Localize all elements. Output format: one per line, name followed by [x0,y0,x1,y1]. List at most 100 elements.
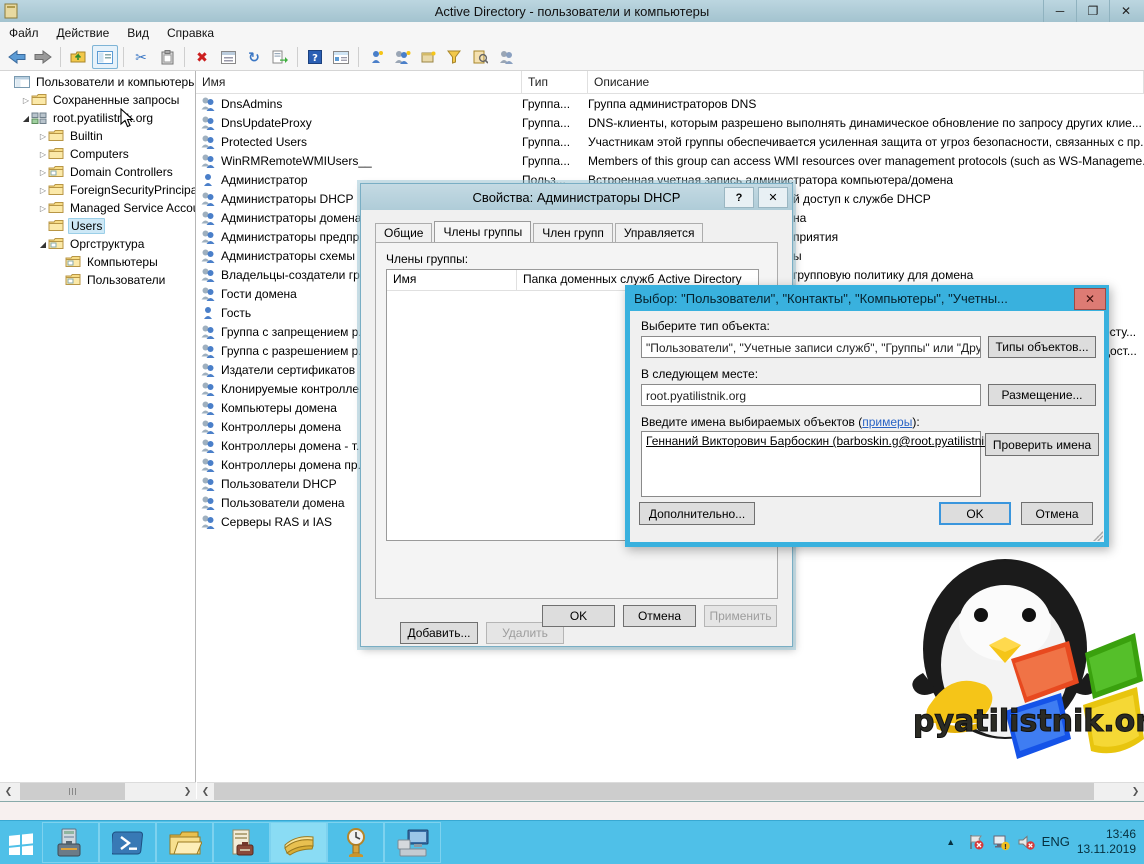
list-row[interactable]: Protected UsersГруппа...Участникам этой … [196,132,1144,151]
tree-hscrollbar[interactable]: ❮ ❯ [0,782,196,800]
expand-arrow-icon[interactable]: ▷ [21,96,31,105]
back-icon[interactable] [5,46,29,68]
tree-item-domain-controllers[interactable]: ▷Domain Controllers [0,163,195,181]
expand-arrow-icon[interactable]: ▷ [38,150,48,159]
menu-справка[interactable]: Справка [158,23,223,43]
tab-члены-группы[interactable]: Члены группы [434,221,531,244]
scroll-right-button[interactable]: ❯ [179,783,196,800]
ok-button[interactable]: OK [939,502,1011,525]
tree-item-компьютеры[interactable]: Компьютеры [0,253,195,271]
tab-общие[interactable]: Общие [375,223,432,243]
tree-item-оргструктура[interactable]: ◢Оргструктура [0,235,195,253]
new-group-icon[interactable] [390,46,414,68]
scroll-right-button[interactable]: ❯ [1127,783,1144,800]
list-row[interactable]: WinRMRemoteWMIUsers__Группа...Members of… [196,151,1144,170]
expand-arrow-icon[interactable]: ▷ [38,132,48,141]
column-header-desc[interactable]: Описание [588,71,1144,93]
delegation-icon[interactable] [494,46,518,68]
column-header-type[interactable]: Тип [522,71,588,93]
find-object-icon[interactable] [468,46,492,68]
restore-button[interactable]: ❐ [1076,0,1109,22]
object-types-button[interactable]: Типы объектов... [988,336,1096,358]
new-ou-icon[interactable] [416,46,440,68]
scroll-track[interactable] [17,783,179,800]
tree-item-computers[interactable]: ▷Computers [0,145,195,163]
flag-alert-icon[interactable] [967,833,985,851]
expand-arrow-icon[interactable]: ▷ [38,204,48,213]
paste-icon[interactable] [155,46,179,68]
filter-icon[interactable] [442,46,466,68]
list-row[interactable]: DnsUpdateProxyГруппа...DNS-клиенты, кото… [196,113,1144,132]
location-button[interactable]: Размещение... [988,384,1096,406]
properties-icon[interactable] [216,46,240,68]
help-icon[interactable]: ? [303,46,327,68]
network-alert-icon[interactable]: ! [992,833,1010,851]
title-bar[interactable]: Active Directory - пользователи и компью… [0,0,1144,22]
tree-item-builtin[interactable]: ▷Builtin [0,127,195,145]
advanced-button[interactable]: Дополнительно... [639,502,755,525]
scroll-left-button[interactable]: ❮ [0,783,17,800]
list-row[interactable]: DnsAdminsГруппа...Группа администраторов… [196,94,1144,113]
forward-icon[interactable] [31,46,55,68]
refresh-icon[interactable]: ↻ [242,46,266,68]
panel-view-icon[interactable] [329,46,353,68]
minimize-button[interactable]: ─ [1043,0,1076,22]
taskbar-devices-computer-button[interactable] [384,822,441,863]
tab-управляется[interactable]: Управляется [615,223,704,243]
delete-icon[interactable]: ✖ [190,46,214,68]
menu-действие[interactable]: Действие [48,23,119,43]
language-indicator[interactable]: ENG [1042,834,1070,849]
members-column-name[interactable]: Имя [387,270,517,290]
menu-файл[interactable]: Файл [0,23,48,43]
examples-link[interactable]: примеры [862,415,912,429]
volume-muted-icon[interactable] [1017,833,1035,851]
menu-вид[interactable]: Вид [118,23,158,43]
tree-item-foreignsecurityprincipals[interactable]: ▷ForeignSecurityPrincipals [0,181,195,199]
taskbar-aduc-book-button[interactable] [270,822,327,863]
properties-dialog-titlebar[interactable]: Свойства: Администраторы DHCP ? ✕ [361,184,792,210]
collapse-arrow-icon[interactable]: ◢ [38,240,48,249]
check-names-button[interactable]: Проверить имена [985,433,1099,456]
taskbar-explorer-button[interactable] [156,822,213,863]
tree-item-сохраненные-запросы[interactable]: ▷Сохраненные запросы [0,91,195,109]
tree-item-пользователи[interactable]: Пользователи [0,271,195,289]
cancel-button[interactable]: Отмена [1021,502,1093,525]
add-button[interactable]: Добавить... [400,622,478,644]
expand-arrow-icon[interactable]: ▷ [38,186,48,195]
expand-arrow-icon[interactable]: ▷ [38,168,48,177]
select-dialog-titlebar[interactable]: Выбор: "Пользователи", "Контакты", "Комп… [625,285,1109,311]
row-type: Группа... [522,135,588,149]
clock[interactable]: 13:46 13.11.2019 [1077,827,1136,857]
tree-item-root.pyatilistnik.org[interactable]: ◢root.pyatilistnik.org [0,109,195,127]
start-button[interactable] [0,822,42,863]
scroll-track[interactable] [214,783,1127,800]
select-objects-dialog: Выбор: "Пользователи", "Контакты", "Комп… [625,285,1109,547]
column-header-name[interactable]: Имя [196,71,522,93]
tab-член-групп[interactable]: Член групп [533,223,613,243]
tree-item-пользователи-и-компьютеры-active-directory[interactable]: Пользователи и компьютеры Active Directo… [0,73,195,91]
ok-button[interactable]: OK [542,605,615,627]
up-level-icon[interactable] [66,46,90,68]
tree-item-managed-service-accounts[interactable]: ▷Managed Service Accounts [0,199,195,217]
close-button[interactable]: ✕ [758,187,788,208]
taskbar-server-manager-button[interactable] [42,822,99,863]
close-button[interactable]: ✕ [1109,0,1142,22]
cut-icon[interactable]: ✂ [129,46,153,68]
taskbar-powershell-button[interactable] [99,822,156,863]
collapse-arrow-icon[interactable]: ◢ [21,114,31,123]
tray-expand-icon[interactable]: ▲ [942,833,960,851]
row-name: Группа с запрещением р... [221,325,368,339]
tree-item-users[interactable]: Users [0,217,195,235]
new-user-icon[interactable] [364,46,388,68]
console-tree-icon[interactable] [92,45,118,69]
cancel-button[interactable]: Отмена [623,605,696,627]
scroll-left-button[interactable]: ❮ [197,783,214,800]
export-list-icon[interactable] [268,46,292,68]
close-button[interactable]: ✕ [1074,288,1106,310]
resize-grip[interactable] [1093,531,1103,541]
taskbar-scheduler-clock-button[interactable] [327,822,384,863]
object-names-input[interactable]: Геннаний Викторович Барбоскин (barboskin… [641,431,981,497]
help-button[interactable]: ? [724,187,754,208]
scroll-thumb[interactable] [20,783,125,800]
taskbar-mmc-tools-button[interactable] [213,822,270,863]
